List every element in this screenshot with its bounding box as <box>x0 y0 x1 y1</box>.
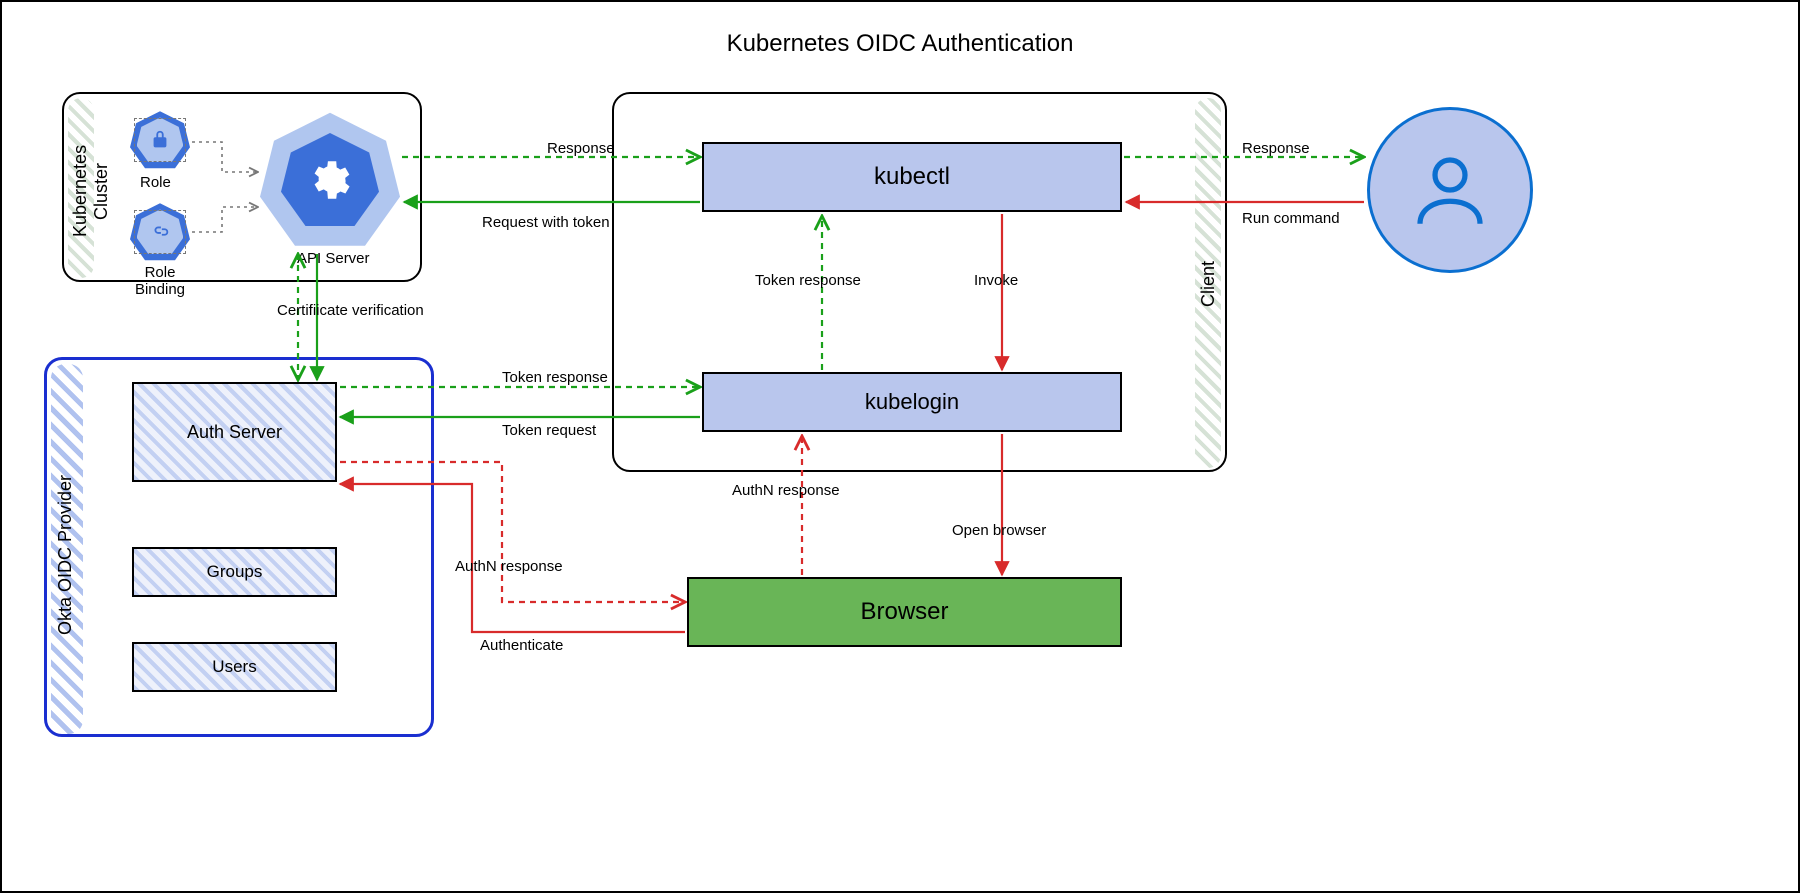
label-api-server: API Server <box>297 250 370 267</box>
node-browser: Browser <box>687 577 1122 647</box>
edge-label-token-resp2: Token response <box>502 369 608 386</box>
label-role-binding: Role Binding <box>120 264 200 298</box>
node-users: Users <box>132 642 337 692</box>
label-kubelogin: kubelogin <box>865 389 959 415</box>
container-label-okta: Okta OIDC Provider <box>55 470 76 640</box>
edge-label-token-resp1: Token response <box>755 272 861 289</box>
node-kubelogin: kubelogin <box>702 372 1122 432</box>
label-users: Users <box>212 657 256 677</box>
role-dashed-bg <box>134 118 186 162</box>
node-user <box>1367 107 1533 273</box>
label-role: Role <box>140 174 171 191</box>
node-auth-server: Auth Server <box>132 382 337 482</box>
node-api-server <box>260 110 400 250</box>
edge-label-authn-resp1: AuthN response <box>732 482 840 499</box>
edge-label-api-kubectl: Response <box>547 140 615 157</box>
edge-label-kubectl-user: Response <box>1242 140 1310 157</box>
edge-label-token-req: Token request <box>502 422 596 439</box>
container-label-k8s: Kubernetes Cluster <box>70 116 112 266</box>
container-label-client: Client <box>1198 244 1219 324</box>
edge-label-cert-verif: Certifiicate verification <box>277 302 424 319</box>
diagram-title: Kubernetes OIDC Authentication <box>727 30 1074 58</box>
diagram-canvas: Kubernetes OIDC Authentication Kubernete… <box>0 0 1800 893</box>
edge-label-invoke: Invoke <box>974 272 1018 289</box>
edge-label-open-browser: Open browser <box>952 522 1046 539</box>
label-kubectl: kubectl <box>874 163 950 191</box>
node-groups: Groups <box>132 547 337 597</box>
edge-label-kubectl-api: Request with token <box>482 214 610 231</box>
label-groups: Groups <box>207 562 263 582</box>
edge-label-authn-resp2: AuthN response <box>455 558 563 575</box>
node-kubectl: kubectl <box>702 142 1122 212</box>
rolebinding-dashed-bg <box>134 210 186 254</box>
label-browser: Browser <box>860 598 948 626</box>
label-auth-server: Auth Server <box>187 422 282 443</box>
edge-label-authenticate: Authenticate <box>480 637 563 654</box>
edge-label-user-kubectl: Run command <box>1242 210 1340 227</box>
person-icon <box>1405 145 1495 235</box>
